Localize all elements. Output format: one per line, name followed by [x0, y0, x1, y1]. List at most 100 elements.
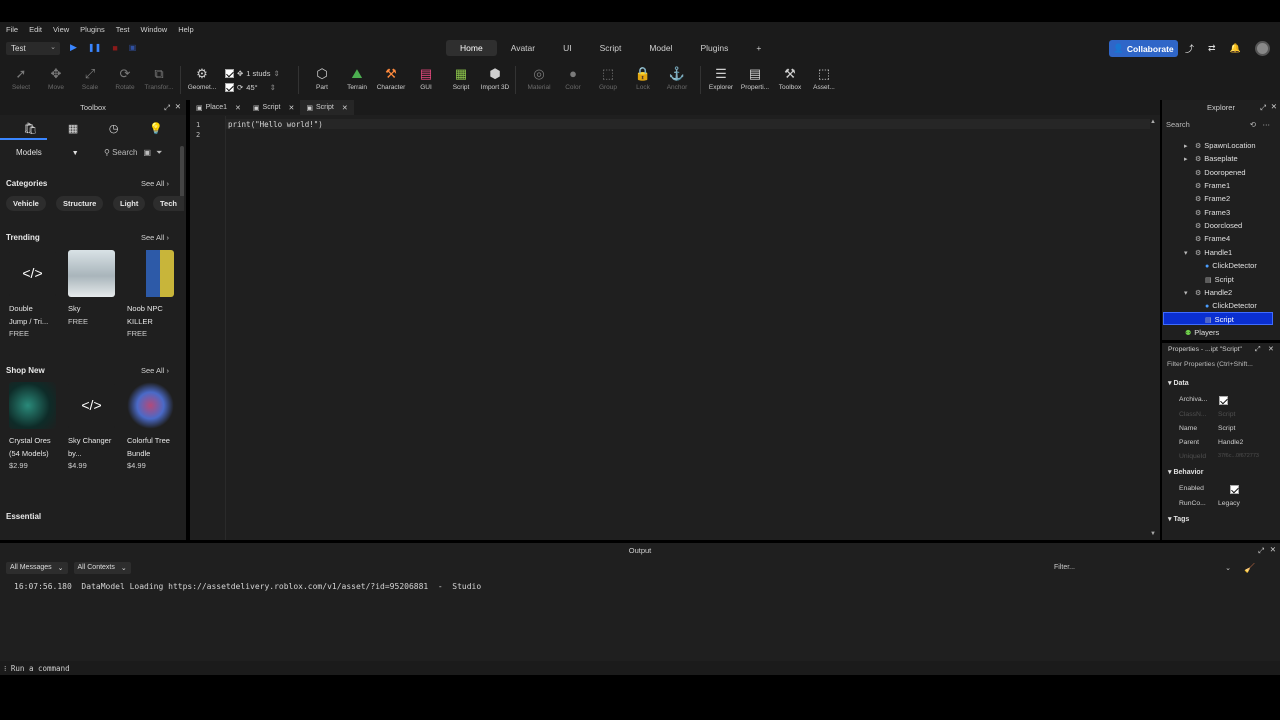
toolbox-tool[interactable]: ⚒ Toolbox	[772, 64, 808, 91]
prop-value[interactable]: Script	[1218, 425, 1235, 432]
creations-icon[interactable]: 💡	[149, 122, 163, 135]
chip-tech[interactable]: Tech	[153, 196, 184, 211]
close-icon[interactable]: ✕	[235, 104, 241, 112]
group-tool[interactable]: ⬚ Group	[590, 64, 626, 91]
import-3d-tool[interactable]: ⬢ Import 3D	[477, 64, 513, 91]
move-snap-checkbox[interactable]	[225, 68, 234, 78]
explorer-item-baseplate[interactable]: ▸ ⚙ Baseplate	[1184, 152, 1238, 165]
tab-model[interactable]: Model	[635, 40, 686, 56]
explorer-item-handle1[interactable]: ▾ ⚙ Handle1	[1184, 246, 1232, 259]
script-editor[interactable]	[190, 115, 1160, 540]
transform-tool[interactable]: ⧉ Transfor...	[141, 64, 177, 91]
item-noob-npc[interactable]: Noob NPC KILLER FREE	[127, 303, 183, 341]
crystal-ores-thumbnail[interactable]	[9, 382, 56, 429]
explorer-item-frame4[interactable]: ⚙ Frame4	[1184, 232, 1230, 245]
close-icon[interactable]: ✕	[1271, 102, 1277, 111]
properties-tool[interactable]: ▤ Properti...	[737, 64, 773, 91]
terrain-tool[interactable]: ⛰ Terrain	[339, 64, 375, 91]
categories-see-all[interactable]: See All ›	[141, 179, 169, 188]
popout-icon[interactable]: ⤢	[1260, 103, 1266, 113]
close-icon[interactable]: ✕	[175, 102, 181, 111]
item-crystal-ores[interactable]: Crystal Ores (54 Models) $2.99	[9, 435, 65, 473]
rotate-tool[interactable]: ⟳ Rotate	[107, 64, 143, 91]
close-icon[interactable]: ✕	[342, 104, 348, 112]
category-tags[interactable]: ▾ Tags	[1168, 515, 1189, 523]
prop-value[interactable]: Legacy	[1218, 500, 1240, 507]
item-sky[interactable]: Sky FREE	[68, 303, 124, 328]
inventory-icon[interactable]: ▦	[68, 122, 78, 135]
close-icon[interactable]: ✕	[1270, 545, 1276, 554]
asset-manager-tool[interactable]: ⬚ Asset...	[806, 64, 842, 91]
gui-tool[interactable]: ▤ GUI	[408, 64, 444, 91]
chevron-right-icon[interactable]: ▸	[1184, 140, 1192, 153]
popout-icon[interactable]: ⤢	[1255, 346, 1261, 354]
scroll-down-icon[interactable]: ▼	[1150, 531, 1156, 537]
stepper-icon[interactable]: ⇕	[270, 83, 276, 92]
stop-icon[interactable]: ■	[112, 43, 117, 53]
marketplace-icon[interactable]: 🛍	[23, 122, 37, 135]
mode-dropdown[interactable]: Test ⌄	[6, 42, 60, 55]
rotate-snap-value[interactable]: 45°	[246, 83, 257, 92]
menu-view[interactable]: View	[53, 25, 69, 34]
sky-thumbnail[interactable]	[68, 250, 115, 297]
scale-tool[interactable]: ⤢ Scale	[72, 64, 108, 91]
category-behavior[interactable]: ▾ Behavior	[1168, 468, 1203, 476]
tab-ui[interactable]: UI	[549, 40, 586, 56]
menu-file[interactable]: File	[6, 25, 18, 34]
geometry-tool[interactable]: ⚙ Geomet...	[184, 64, 220, 91]
messages-filter-dropdown[interactable]: All Messages ⌄	[6, 562, 68, 574]
command-bar[interactable]: ⁝ Run a command	[0, 661, 1280, 675]
explorer-search[interactable]: Search ⟲ ⋯	[1166, 120, 1270, 132]
window-icon[interactable]: ▣	[129, 43, 137, 52]
tab-plugins[interactable]: Plugins	[687, 40, 743, 56]
toolbox-search[interactable]: ⚲ Search ▣ ⏷	[104, 148, 162, 158]
menu-window[interactable]: Window	[141, 25, 168, 34]
menu-test[interactable]: Test	[116, 25, 130, 34]
tab-script[interactable]: Script	[586, 40, 636, 56]
more-icon[interactable]: ⋯	[1263, 120, 1271, 129]
recent-icon[interactable]: ◷	[109, 122, 119, 135]
share-icon[interactable]: ⤴	[1185, 42, 1194, 55]
stepper-icon[interactable]: ⇕	[273, 69, 279, 78]
contexts-filter-dropdown[interactable]: All Contexts ⌄	[73, 562, 131, 574]
pause-icon[interactable]: ❚❚	[88, 43, 101, 52]
play-icon[interactable]: ▶	[70, 42, 77, 53]
output-filter-input[interactable]: Filter... ⌄	[1052, 562, 1234, 574]
part-tool[interactable]: ⬡ Part	[304, 64, 340, 91]
popout-icon[interactable]: ⤢	[164, 103, 170, 113]
menu-plugins[interactable]: Plugins	[80, 25, 105, 34]
popout-icon[interactable]: ⤢	[1258, 546, 1264, 556]
enabled-checkbox[interactable]	[1230, 485, 1240, 494]
clear-output-icon[interactable]: 🧹	[1244, 563, 1255, 574]
shop-new-see-all[interactable]: See All ›	[141, 366, 169, 375]
category-data[interactable]: ▾ Data	[1168, 379, 1189, 387]
explorer-item-script[interactable]: ▤ Script	[1194, 273, 1234, 286]
add-tab-button[interactable]: +	[742, 40, 775, 56]
chip-light[interactable]: Light	[113, 196, 146, 211]
move-snap-value[interactable]: 1 studs	[246, 69, 270, 78]
explorer-item-frame3[interactable]: ⚙ Frame3	[1184, 206, 1230, 219]
chevron-right-icon[interactable]: ▸	[1184, 153, 1192, 166]
explorer-item-clickdetector[interactable]: ● ClickDetector	[1194, 259, 1257, 272]
anchor-tool[interactable]: ⚓ Anchor	[659, 64, 695, 91]
lock-tool[interactable]: 🔒 Lock	[625, 64, 661, 91]
move-tool[interactable]: ✥ Move	[38, 64, 74, 91]
chevron-down-icon[interactable]: ▾	[1184, 247, 1192, 260]
archivable-checkbox[interactable]	[1219, 396, 1228, 405]
filter-icon[interactable]: ⏷	[156, 148, 162, 157]
menu-edit[interactable]: Edit	[29, 25, 42, 34]
bell-icon[interactable]: 🔔	[1230, 43, 1241, 54]
close-icon[interactable]: ✕	[1268, 345, 1274, 353]
code-icon[interactable]: </>	[68, 382, 115, 429]
colorful-tree-thumbnail[interactable]	[127, 382, 174, 429]
chip-structure[interactable]: Structure	[56, 196, 104, 211]
explorer-item-doorclosed[interactable]: ⚙ Doorclosed	[1184, 219, 1242, 232]
material-tool[interactable]: ◎ Material	[521, 64, 557, 91]
tab-script-1[interactable]: ▣ Script ✕	[247, 100, 300, 115]
close-icon[interactable]: ✕	[288, 104, 294, 112]
item-double-jump[interactable]: Double Jump / Tri... FREE	[9, 303, 65, 341]
image-search-icon[interactable]: ▣	[143, 148, 151, 157]
select-tool[interactable]: ➚ Select	[3, 64, 39, 91]
tab-home[interactable]: Home	[446, 40, 497, 56]
tab-place1[interactable]: ▣ Place1 ✕	[190, 100, 247, 115]
